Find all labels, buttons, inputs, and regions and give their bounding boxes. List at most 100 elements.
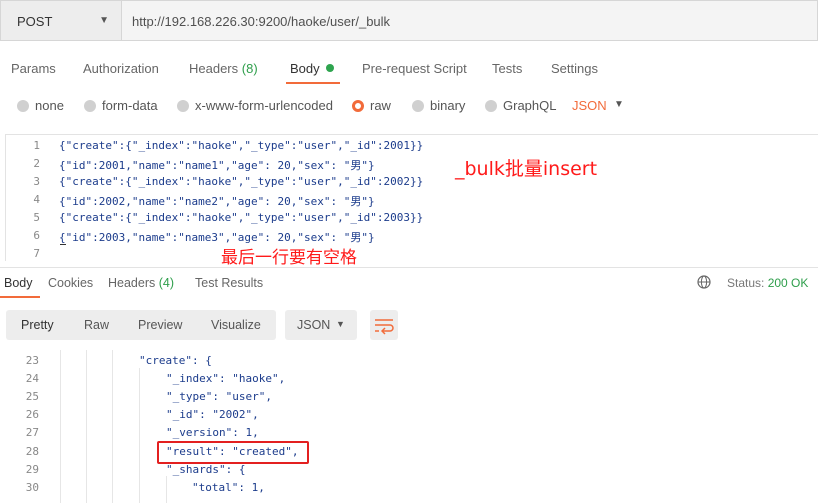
code-line: {"id":2001,"name":"name1","age": 20,"sex… [59, 159, 375, 172]
tab-pre-request-label: Pre-request Script [362, 61, 467, 76]
response-line-number: 30 [25, 481, 39, 494]
radio-none[interactable]: none [17, 98, 64, 113]
body-indicator-dot [325, 64, 334, 72]
status-value: 200 OK [767, 276, 809, 290]
tab-headers[interactable]: Headers (8) [189, 61, 258, 76]
response-line-number: 23 [25, 354, 39, 367]
tab-params-label: Params [11, 61, 56, 76]
radio-indicator-selected [352, 99, 364, 112]
view-mode-label: Pretty [21, 318, 54, 332]
radio-indicator [177, 99, 189, 112]
response-line-number: 24 [25, 372, 39, 385]
raw-format-select[interactable]: JSON [572, 98, 607, 113]
line-number: 7 [33, 247, 40, 260]
radio-label: binary [430, 98, 466, 113]
chevron-down-icon: ▼ [336, 319, 345, 329]
response-code-line: "total": 1, [192, 481, 265, 494]
line-number: 6 [33, 229, 40, 242]
response-tab-test-results[interactable]: Test Results [195, 276, 263, 290]
tab-tests-label: Tests [492, 61, 523, 76]
radio-graphql[interactable]: GraphQL [485, 98, 556, 113]
view-raw-button[interactable]: Raw [84, 318, 109, 332]
response-code-line: "_version": 1, [166, 426, 259, 439]
line-number: 1 [33, 139, 40, 152]
view-pretty-button[interactable]: Pretty [21, 318, 54, 332]
response-tab-cookies[interactable]: Cookies [48, 276, 93, 290]
radio-x-www-form-urlencoded[interactable]: x-www-form-urlencoded [177, 98, 333, 113]
tab-tests[interactable]: Tests [492, 61, 522, 76]
response-tab-label: Headers [108, 276, 156, 290]
tab-headers-count: (8) [241, 61, 258, 76]
indent-guide [86, 350, 87, 503]
indent-guide [166, 476, 167, 503]
tab-body[interactable]: Body [290, 61, 334, 76]
annotation-last-line-note: 最后一行要有空格 [221, 248, 357, 268]
radio-indicator [412, 99, 424, 112]
section-divider [0, 267, 818, 268]
tab-authorization[interactable]: Authorization [83, 61, 159, 76]
view-preview-button[interactable]: Preview [138, 318, 182, 332]
tab-pre-request-script[interactable]: Pre-request Script [362, 61, 467, 76]
response-line-number: 26 [25, 408, 39, 421]
line-number: 3 [33, 175, 40, 188]
globe-icon[interactable] [697, 275, 711, 289]
response-headers-count: (4) [158, 276, 175, 290]
method-label: POST [17, 14, 53, 29]
response-tab-label: Body [4, 276, 33, 290]
response-code-line: "_type": "user", [166, 390, 272, 403]
indent-guide [112, 350, 113, 503]
tab-body-label: Body [290, 61, 320, 76]
tab-params[interactable]: Params [11, 61, 56, 76]
response-tab-label: Test Results [195, 276, 264, 290]
radio-raw[interactable]: raw [352, 98, 391, 113]
radio-binary[interactable]: binary [412, 98, 465, 113]
response-format-label: JSON [297, 318, 331, 332]
response-status: Status: 200 OK [727, 276, 808, 290]
radio-label: x-www-form-urlencoded [195, 98, 333, 113]
method-select[interactable]: POST ▼ [0, 0, 122, 41]
response-line-number: 27 [25, 426, 39, 439]
view-mode-label: Raw [84, 318, 110, 332]
wrap-lines-icon [375, 319, 394, 335]
line-number: 5 [33, 211, 40, 224]
tab-authorization-label: Authorization [83, 61, 159, 76]
active-tab-underline [286, 82, 340, 84]
text-cursor [60, 244, 66, 245]
radio-label: GraphQL [503, 98, 557, 113]
radio-indicator [485, 99, 497, 112]
code-line: {"create":{"_index":"haoke","_type":"use… [59, 175, 424, 188]
response-code-line: "_shards": { [166, 463, 246, 476]
annotation-bulk-note: _bulk批量insert [455, 158, 598, 180]
status-label: Status: [727, 276, 765, 290]
active-response-tab-underline [0, 296, 40, 298]
tab-headers-label: Headers [189, 61, 239, 76]
line-number: 4 [33, 193, 40, 206]
view-visualize-button[interactable]: Visualize [211, 318, 261, 332]
line-number: 2 [33, 157, 40, 170]
code-line: {"create":{"_index":"haoke","_type":"use… [59, 139, 424, 152]
url-input[interactable]: http://192.168.226.30:9200/haoke/user/_b… [122, 0, 818, 41]
radio-label: none [35, 98, 64, 113]
tab-settings-label: Settings [551, 61, 598, 76]
response-code-line: "create": { [139, 354, 212, 367]
code-line: {"id":2002,"name":"name2","age": 20,"sex… [59, 195, 375, 208]
radio-indicator [84, 99, 96, 112]
chevron-down-icon: ▼ [614, 99, 624, 110]
radio-form-data[interactable]: form-data [84, 98, 158, 113]
radio-indicator [17, 99, 29, 112]
wrap-lines-button[interactable] [370, 310, 398, 340]
response-tab-headers[interactable]: Headers (4) [108, 276, 174, 290]
indent-guide [60, 350, 61, 503]
response-format-select[interactable]: JSON ▼ [285, 310, 357, 340]
response-tab-label: Cookies [48, 276, 94, 290]
code-line: {"create":{"_index":"haoke","_type":"use… [59, 211, 424, 224]
response-line-number: 28 [25, 445, 39, 458]
response-code-line: "_index": "haoke", [166, 372, 286, 385]
view-mode-label: Visualize [211, 318, 261, 332]
radio-label: raw [370, 98, 391, 113]
response-tab-body[interactable]: Body [4, 276, 33, 290]
indent-guide [139, 368, 140, 503]
response-line-number: 25 [25, 390, 39, 403]
response-line-number: 29 [25, 463, 39, 476]
tab-settings[interactable]: Settings [551, 61, 598, 76]
